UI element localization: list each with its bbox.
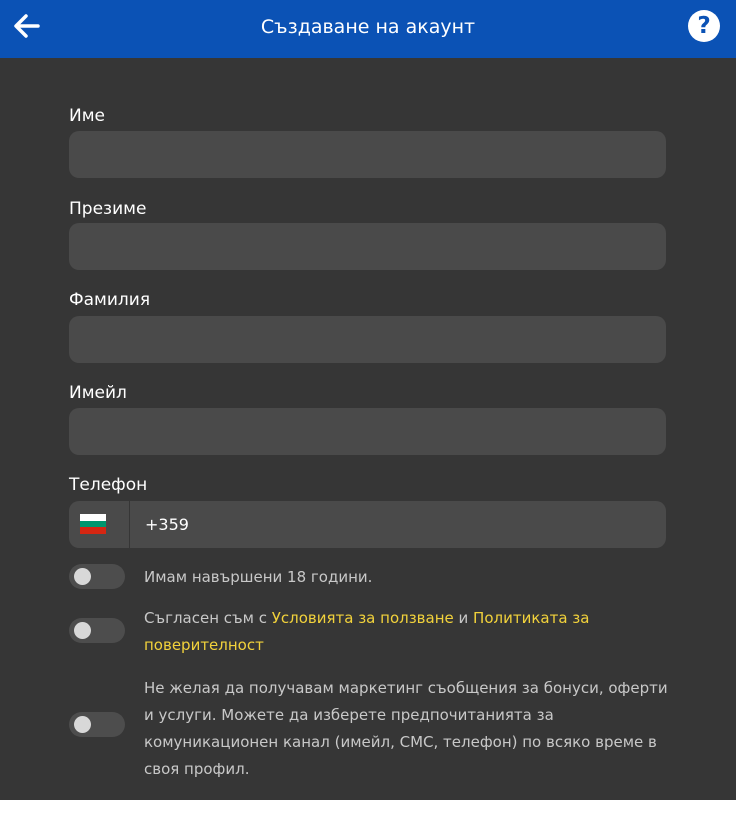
last-name-input[interactable] <box>69 316 666 363</box>
terms-prefix: Съгласен съм с <box>144 609 272 627</box>
flag-stripe-red <box>80 527 106 534</box>
terms-middle: и <box>453 609 474 627</box>
flag-stripe-white <box>80 514 106 521</box>
page-title: Създаване на акаунт <box>260 16 476 38</box>
terms-of-use-link[interactable]: Условията за ползване <box>272 609 454 627</box>
toggle-knob <box>74 568 91 585</box>
phone-label: Телефон <box>69 475 148 495</box>
registration-form: Име Презиме Фамилия Имейл Телефон Имам н… <box>0 58 736 800</box>
phone-field <box>69 501 666 548</box>
first-name-label: Име <box>69 106 106 126</box>
middle-name-label: Презиме <box>69 199 147 219</box>
middle-name-input[interactable] <box>69 223 666 270</box>
help-button[interactable]: ? <box>688 10 720 42</box>
app-header: Създаване на акаунт ? <box>0 0 736 58</box>
phone-input[interactable] <box>130 501 666 548</box>
terms-consent-text: Съгласен съм с Условията за ползване и П… <box>144 605 604 659</box>
terms-toggle[interactable] <box>69 618 125 643</box>
toggle-knob <box>74 622 91 639</box>
marketing-toggle[interactable] <box>69 712 125 737</box>
email-input[interactable] <box>69 408 666 455</box>
marketing-consent-text: Не желая да получавам маркетинг съобщени… <box>144 679 668 778</box>
toggle-knob <box>74 716 91 733</box>
last-name-label: Фамилия <box>69 290 151 310</box>
age-toggle[interactable] <box>69 564 125 589</box>
question-mark-icon: ? <box>697 13 711 39</box>
age-consent-text: Имам навършени 18 години. <box>144 568 373 586</box>
flag-stripe-green <box>80 520 106 528</box>
first-name-input[interactable] <box>69 131 666 178</box>
email-label: Имейл <box>69 383 127 403</box>
bulgaria-flag-icon <box>80 514 106 534</box>
country-code-selector[interactable] <box>69 501 129 548</box>
